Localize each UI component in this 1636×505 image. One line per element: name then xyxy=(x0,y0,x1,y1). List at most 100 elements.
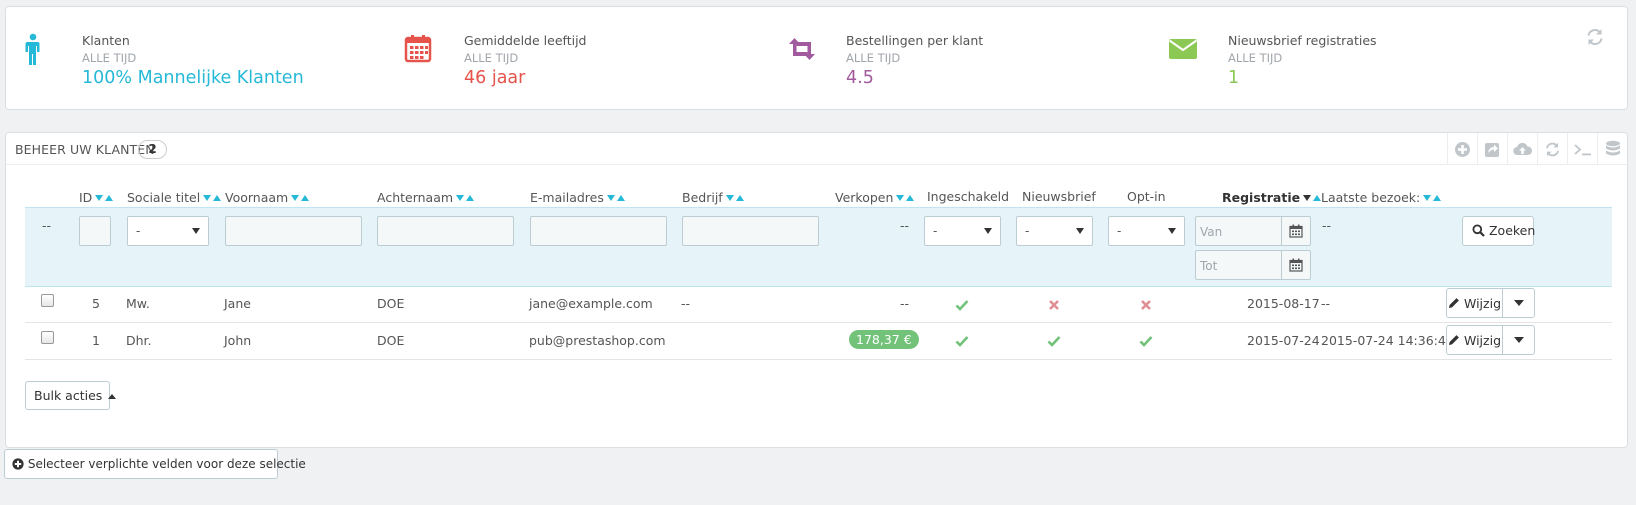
check-icon[interactable] xyxy=(1047,334,1061,348)
kpi-newsletter-registrations: Nieuwsbrief registraties ALLE TIJD 1 xyxy=(1168,27,1538,97)
filter-newsletter-select[interactable]: - xyxy=(1016,216,1093,246)
column-header-email: E-mailadres xyxy=(530,189,625,205)
column-header-firstname: Voornaam xyxy=(225,189,310,205)
cell-social-title: Dhr. xyxy=(126,333,152,348)
column-header-enabled: Ingeschakeld xyxy=(927,189,1009,204)
refresh-kpi-icon[interactable] xyxy=(1585,27,1605,47)
sort-asc-icon[interactable] xyxy=(906,195,915,201)
sort-asc-icon[interactable] xyxy=(105,195,114,201)
search-button[interactable]: Zoeken xyxy=(1462,216,1536,246)
cell-id: 1 xyxy=(92,333,100,348)
sort-asc-icon[interactable] xyxy=(1313,195,1322,201)
sort-desc-icon[interactable] xyxy=(291,195,300,201)
check-icon[interactable] xyxy=(955,334,969,348)
calendar-icon[interactable] xyxy=(1281,216,1311,246)
select-value: - xyxy=(933,224,938,238)
row-checkbox[interactable] xyxy=(41,331,54,344)
sort-desc-icon[interactable] xyxy=(725,195,734,201)
sort-desc-icon[interactable] xyxy=(456,195,465,201)
column-label: Bedrijf xyxy=(682,190,723,205)
sql-query-icon[interactable] xyxy=(1567,133,1597,165)
filter-email-input[interactable] xyxy=(530,216,667,246)
cell-id: 5 xyxy=(92,296,100,311)
chevron-down-icon xyxy=(984,228,992,234)
column-label: Registratie xyxy=(1222,190,1301,205)
required-fields-button[interactable]: Selecteer verplichte velden voor deze se… xyxy=(4,449,306,479)
row-checkbox[interactable] xyxy=(41,294,54,307)
kpi-value: 100% Mannelijke Klanten xyxy=(82,68,304,88)
column-label: Voornaam xyxy=(225,190,289,205)
import-icon[interactable] xyxy=(1507,133,1537,165)
filter-lastname-input[interactable] xyxy=(377,216,514,246)
filter-firstname-input[interactable] xyxy=(225,216,362,246)
column-label: Ingeschakeld xyxy=(927,189,1010,204)
sort-asc-icon[interactable] xyxy=(301,195,310,201)
edit-button[interactable]: Wijzig xyxy=(1447,326,1503,354)
search-button-label: Zoeken xyxy=(1488,223,1536,238)
filter-id-input[interactable] xyxy=(79,216,111,246)
filter-row: -- - -- - - - Van Tot -- Zoeken xyxy=(25,207,1612,287)
filter-sales-placeholder: -- xyxy=(900,218,910,233)
panel-heading: BEHEER UW KLANTEN 2 xyxy=(6,133,1627,165)
filter-company-input[interactable] xyxy=(682,216,819,246)
sort-desc-icon[interactable] xyxy=(606,195,615,201)
sort-asc-icon[interactable] xyxy=(735,195,744,201)
export-icon[interactable] xyxy=(1477,133,1507,165)
check-icon[interactable] xyxy=(1139,334,1153,348)
sort-asc-icon[interactable] xyxy=(1433,195,1442,201)
cross-icon[interactable] xyxy=(1139,298,1153,312)
filter-enabled-select[interactable]: - xyxy=(924,216,1001,246)
cell-last-visit: 2015-07-24 14:36:42 xyxy=(1321,333,1454,348)
bulk-actions-label: Bulk acties xyxy=(34,388,103,403)
search-icon xyxy=(1472,224,1485,237)
select-value: - xyxy=(1117,224,1122,238)
cell-lastname: DOE xyxy=(377,333,405,348)
panel-title: BEHEER UW KLANTEN xyxy=(15,142,155,157)
filter-date-from-input[interactable]: Van xyxy=(1195,216,1282,246)
column-label: E-mailadres xyxy=(530,190,604,205)
kpi-subtitle: ALLE TIJD xyxy=(846,51,901,65)
kpi-subtitle: ALLE TIJD xyxy=(82,51,137,65)
add-new-icon[interactable] xyxy=(1447,133,1477,165)
filter-date-to-input[interactable]: Tot xyxy=(1195,250,1282,280)
sort-asc-icon[interactable] xyxy=(616,195,625,201)
sort-desc-icon[interactable] xyxy=(896,195,905,201)
cross-icon[interactable] xyxy=(1047,298,1061,312)
sort-asc-icon[interactable] xyxy=(466,195,475,201)
sql-manager-icon[interactable] xyxy=(1597,133,1627,165)
calendar-icon[interactable] xyxy=(1281,250,1311,280)
pencil-icon xyxy=(1449,298,1459,308)
check-icon[interactable] xyxy=(955,298,969,312)
column-header-company: Bedrijf xyxy=(682,189,744,205)
filter-social-title-select[interactable]: - xyxy=(127,216,209,246)
column-label: Sociale titel xyxy=(127,190,201,205)
pencil-icon xyxy=(1449,335,1459,345)
edit-button[interactable]: Wijzig xyxy=(1447,289,1503,317)
column-header-sales: Verkopen xyxy=(835,189,915,205)
customers-panel: BEHEER UW KLANTEN 2 ID Sociale titel Voo… xyxy=(5,132,1628,448)
column-header-newsletter: Nieuwsbrief xyxy=(1022,189,1096,204)
customer-count-badge: 2 xyxy=(138,140,167,159)
sort-desc-icon[interactable] xyxy=(1303,195,1312,201)
kpi-orders-per-customer: Bestellingen per klant ALLE TIJD 4.5 xyxy=(786,27,1156,97)
row-divider xyxy=(25,322,1612,323)
caret-down-icon[interactable] xyxy=(1503,289,1534,317)
sort-desc-icon[interactable] xyxy=(203,195,212,201)
kpi-title: Bestellingen per klant xyxy=(846,33,984,48)
sales-badge: 178,37 € xyxy=(849,330,919,349)
cell-firstname: Jane xyxy=(224,296,251,311)
sort-asc-icon[interactable] xyxy=(213,195,222,201)
kpi-value: 1 xyxy=(1228,68,1240,88)
male-user-icon xyxy=(25,33,40,65)
sort-desc-icon[interactable] xyxy=(1423,195,1432,201)
edit-button-label: Wijzig xyxy=(1464,295,1501,311)
chevron-down-icon xyxy=(192,228,200,234)
caret-down-icon[interactable] xyxy=(1503,326,1534,354)
sort-desc-icon[interactable] xyxy=(95,195,104,201)
cell-email: jane@example.com xyxy=(529,296,653,311)
kpi-title: Nieuwsbrief registraties xyxy=(1228,33,1377,48)
kpi-value: 46 jaar xyxy=(464,68,526,88)
refresh-list-icon[interactable] xyxy=(1537,133,1567,165)
filter-optin-select[interactable]: - xyxy=(1108,216,1185,246)
bulk-actions-button[interactable]: Bulk acties xyxy=(25,381,117,410)
